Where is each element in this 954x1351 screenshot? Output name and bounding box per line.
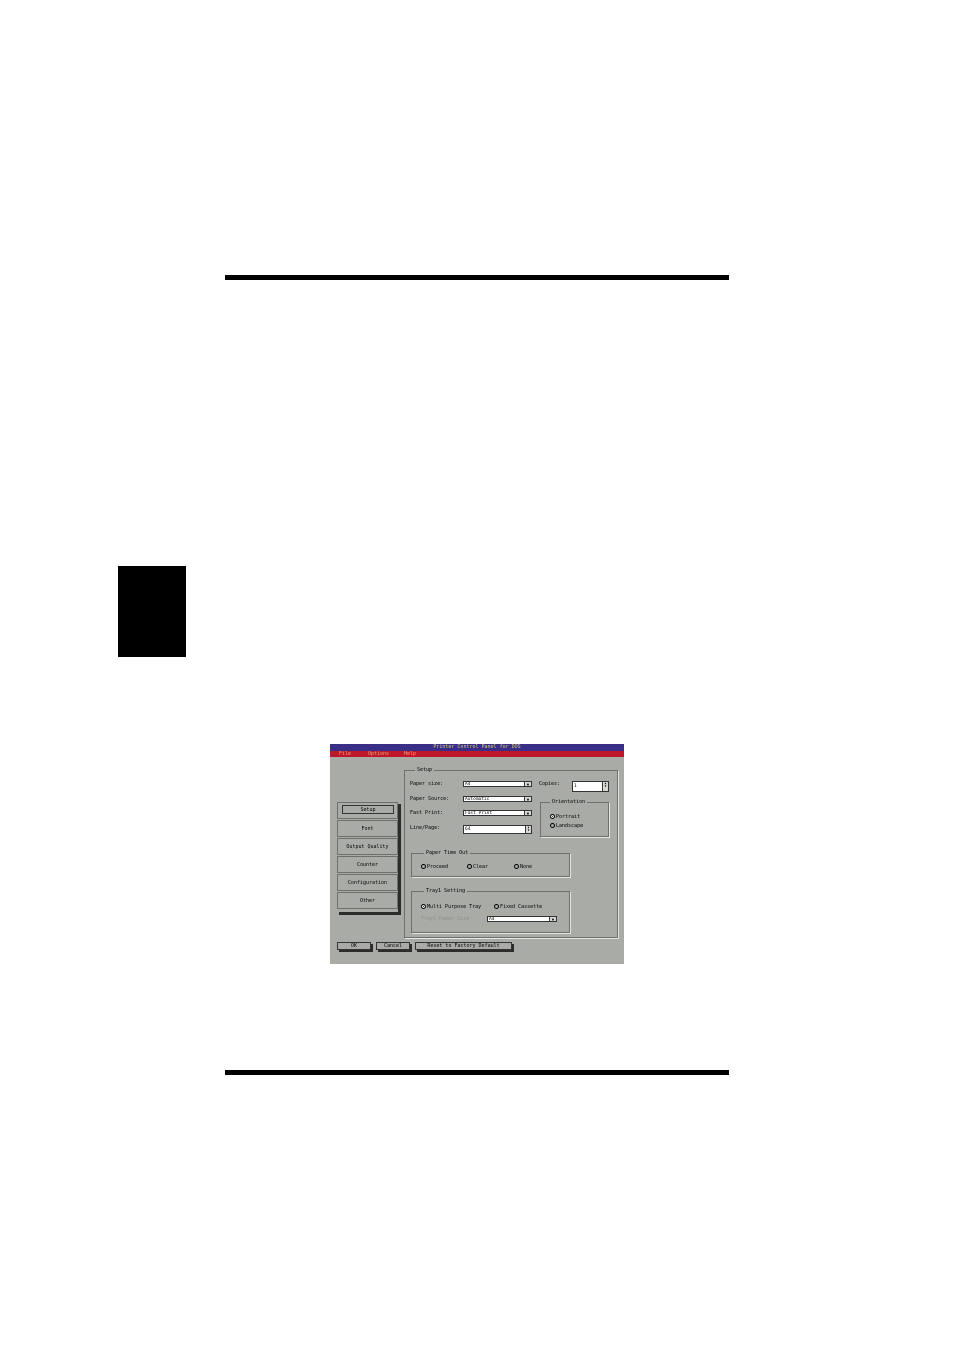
orientation-landscape[interactable]: Landscape	[550, 823, 583, 829]
line-page-label: Line/Page:	[410, 825, 441, 831]
bottom-rule	[225, 1070, 729, 1075]
tray-multi-purpose[interactable]: Multi Purpose Tray	[421, 904, 481, 910]
orientation-portrait-label: Portrait	[556, 814, 581, 820]
menu-file[interactable]: File	[339, 751, 351, 757]
tray-paper-size-label: Tray1 Paper Size	[421, 916, 470, 922]
tab-other[interactable]: Other	[337, 892, 398, 909]
paper-source-label: Paper Source:	[410, 796, 450, 802]
radio-icon	[467, 864, 472, 869]
setup-legend: Setup	[415, 767, 435, 773]
tray-setting-legend: Tray1 Setting	[424, 888, 468, 894]
orientation-legend: Orientation	[550, 799, 588, 805]
tab-shadow-bottom	[339, 912, 401, 915]
chevron-down-icon: ▼	[524, 797, 531, 801]
menu-help[interactable]: Help	[404, 751, 416, 757]
line-page-stepper[interactable]: 64 ▲ ▼	[463, 825, 532, 834]
fast-print-value: Fast Print	[465, 811, 493, 816]
radio-selected-icon	[550, 814, 555, 819]
ok-button[interactable]: OK	[337, 942, 371, 950]
chevron-down-icon: ▼	[524, 782, 531, 786]
tab-shadow	[398, 804, 401, 915]
orientation-landscape-label: Landscape	[556, 823, 584, 829]
tab-output-quality[interactable]: Output Quality	[337, 838, 398, 855]
time-out-proceed[interactable]: Proceed	[421, 864, 448, 870]
orientation-portrait[interactable]: Portrait	[550, 814, 580, 820]
spin-arrows-icon: ▲ ▼	[602, 782, 608, 791]
paper-size-label: Paper size:	[410, 781, 444, 787]
time-out-proceed-label: Proceed	[427, 864, 449, 870]
reset-factory-default-button[interactable]: Reset to Factory Default	[415, 942, 512, 950]
paper-time-out-group: Paper Time Out Proceed Clear None	[411, 850, 570, 877]
setup-group: Setup Paper size: A4 ▼ Paper Source: Aut…	[404, 767, 618, 938]
tab-setup-label: Setup	[342, 805, 394, 814]
tab-setup[interactable]: Setup	[337, 802, 398, 819]
chapter-tab-block	[118, 566, 186, 657]
paper-size-value: A4	[465, 782, 471, 787]
menu-options[interactable]: Options	[368, 751, 389, 757]
top-rule	[225, 275, 729, 280]
tab-font[interactable]: Font	[337, 820, 398, 837]
copies-stepper[interactable]: 1 ▲ ▼	[572, 781, 609, 792]
radio-icon	[514, 864, 519, 869]
spin-arrows-icon: ▲ ▼	[525, 826, 531, 833]
time-out-clear-label: Clear	[473, 864, 489, 870]
tray-fixed-cassette[interactable]: Fixed Cassette	[494, 904, 542, 910]
radio-icon	[550, 823, 555, 828]
tray-paper-size-value: A4	[489, 917, 495, 922]
radio-icon	[494, 904, 499, 909]
tab-configuration[interactable]: Configuration	[337, 874, 398, 891]
copies-label: Copies:	[539, 781, 561, 787]
line-page-value: 64	[465, 827, 471, 832]
menu-bar: File Options Help	[330, 751, 624, 757]
tray-setting-group: Tray1 Setting Multi Purpose Tray Fixed C…	[411, 888, 570, 933]
tab-counter[interactable]: Counter	[337, 856, 398, 873]
time-out-clear[interactable]: Clear	[467, 864, 488, 870]
fast-print-dropdown[interactable]: Fast Print ▼	[463, 810, 532, 816]
copies-value: 1	[574, 784, 577, 789]
time-out-none-label: None	[520, 864, 533, 870]
window-title: Printer Control Panel for DOS	[330, 744, 624, 751]
printer-control-panel-window: Printer Control Panel for DOS File Optio…	[330, 744, 624, 964]
radio-icon	[421, 864, 426, 869]
tray-paper-size-dropdown[interactable]: A4 ▼	[487, 916, 557, 922]
cancel-button[interactable]: Cancel	[376, 942, 410, 950]
paper-time-out-legend: Paper Time Out	[424, 850, 471, 856]
chevron-down-icon: ▼	[549, 917, 556, 921]
paper-source-dropdown[interactable]: Automatic ▼	[463, 796, 532, 802]
paper-size-dropdown[interactable]: A4 ▼	[463, 781, 532, 787]
time-out-none[interactable]: None	[514, 864, 532, 870]
tray-fixed-cassette-label: Fixed Cassette	[500, 904, 543, 910]
fast-print-label: Fast Print:	[410, 810, 444, 816]
orientation-group: Orientation Portrait Landscape	[540, 799, 609, 837]
radio-selected-icon	[421, 904, 426, 909]
paper-source-value: Automatic	[465, 797, 490, 802]
chevron-down-icon: ▼	[524, 811, 531, 815]
tray-multi-purpose-label: Multi Purpose Tray	[427, 904, 482, 910]
